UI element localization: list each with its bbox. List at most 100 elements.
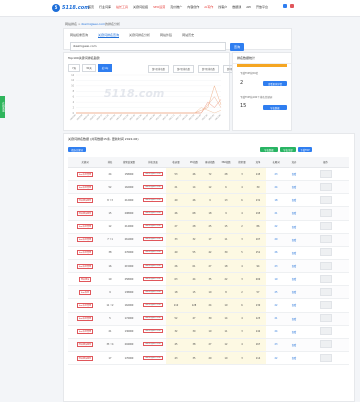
user-icon[interactable]	[283, 4, 287, 8]
filter-button[interactable]: 筛选关键词	[68, 147, 86, 152]
search-input[interactable]: ibaimigwei.com	[70, 42, 226, 51]
column-header[interactable]: 移动指数	[202, 157, 218, 168]
search-tab[interactable]: 网站历史	[182, 33, 194, 38]
online-service-tab[interactable]: 在线客服	[0, 96, 5, 118]
column-header[interactable]: 排名	[102, 157, 118, 168]
nav-item[interactable]: API	[246, 5, 251, 9]
page-cell-text[interactable]: ibaimigwei.com	[143, 302, 163, 307]
keyword-cell-text[interactable]: ibm信息管理	[76, 250, 94, 256]
time-tab[interactable]: 7天	[68, 64, 81, 72]
preview-thumbnail[interactable]	[319, 182, 332, 191]
trend-cell-text[interactable]: 查看	[292, 278, 297, 281]
trend-cell-text[interactable]: 查看	[292, 199, 297, 202]
trend-cell-text[interactable]: 查看	[292, 318, 297, 321]
preview-thumbnail[interactable]	[319, 353, 332, 362]
nav-item[interactable]: 站长工具	[116, 5, 128, 9]
page-cell-text[interactable]: ibaimigwei.com	[143, 171, 163, 176]
keyword-cell-text[interactable]: ibm信息管理	[76, 171, 94, 177]
keyword-cell-text[interactable]: 网站建设服务	[76, 342, 94, 348]
preview-thumbnail[interactable]	[319, 261, 332, 270]
trend-cell-text[interactable]: 查看	[292, 212, 297, 215]
stat2-button[interactable]: 导出数据	[263, 105, 287, 110]
page-cell-text[interactable]: ibaimigwei.com	[143, 184, 163, 189]
legend-item[interactable]: 第1页排名数	[148, 65, 169, 73]
keyword-cell-text[interactable]: ibm信息管理	[76, 263, 94, 269]
nav-item[interactable]: 关键词挖掘	[133, 5, 148, 9]
search-tab[interactable]: 关键词排名分析	[129, 33, 150, 38]
keyword-cell-text[interactable]: ibm信息管理	[76, 329, 94, 335]
column-header[interactable]: PC指数	[186, 157, 202, 168]
column-header[interactable]: 搜索结果数	[118, 157, 140, 168]
preview-thumbnail[interactable]	[319, 314, 332, 323]
preview-thumbnail[interactable]	[319, 340, 332, 349]
trend-cell-text[interactable]: 查看	[292, 291, 297, 294]
column-header[interactable]: 操作	[302, 157, 349, 168]
page-cell-text[interactable]: ibaimigwei.com	[143, 210, 163, 215]
keyword-cell-text[interactable]: 网站建设服务	[76, 210, 94, 216]
search-tab[interactable]: 网站权重查询	[70, 33, 88, 38]
trend-cell-text[interactable]: 查看	[292, 186, 297, 189]
page-cell-text[interactable]: ibaimigwei.com	[143, 237, 163, 242]
keyword-cell-text[interactable]: ibm信息管理	[76, 224, 94, 230]
trend-cell-text[interactable]: 查看	[292, 252, 297, 255]
trend-cell-text[interactable]: 查看	[292, 344, 297, 347]
preview-thumbnail[interactable]	[319, 274, 332, 283]
export-button-2[interactable]: 导出全部	[280, 147, 296, 152]
preview-thumbnail[interactable]	[319, 195, 332, 204]
page-cell-text[interactable]: ibaimigwei.com	[143, 316, 163, 321]
keyword-cell-text[interactable]: 网站建设服务	[76, 197, 94, 203]
preview-thumbnail[interactable]	[319, 235, 332, 244]
time-tab[interactable]: 30天	[82, 64, 96, 72]
keyword-cell-text[interactable]: ibm信息管理	[76, 316, 94, 322]
column-header[interactable]: 长尾词	[266, 157, 286, 168]
column-header[interactable]: 竞价	[286, 157, 302, 168]
nav-item[interactable]: 竞价推广	[170, 5, 182, 9]
breadcrumb-site[interactable]: ibaimigwei.com	[81, 22, 105, 26]
column-header[interactable]: 排名页面	[140, 157, 166, 168]
nav-item[interactable]: 找客户	[218, 5, 227, 9]
trend-cell-text[interactable]: 查看	[292, 173, 297, 176]
preview-thumbnail[interactable]	[319, 208, 332, 217]
keyword-cell-text[interactable]: ibm信息管理	[76, 184, 94, 190]
export-button-1[interactable]: 导出数据	[260, 147, 278, 152]
keyword-cell-text[interactable]: 网站建设服务	[76, 355, 94, 361]
nav-item[interactable]: 内容创作	[187, 5, 199, 9]
legend-item[interactable]: 第2页排名数	[172, 65, 194, 73]
keyword-cell-text[interactable]: ibm信息管理	[76, 302, 94, 308]
preview-thumbnail[interactable]	[319, 248, 332, 257]
page-cell-text[interactable]: ibaimigwei.com	[143, 250, 163, 255]
search-tab[interactable]: 关键词排名查询	[98, 33, 120, 38]
page-cell-text[interactable]: ibaimigwei.com	[143, 263, 163, 268]
page-cell-text[interactable]: ibaimigwei.com	[143, 289, 163, 294]
nav-item[interactable]: 首页	[88, 5, 94, 9]
nav-item[interactable]: 数据通	[232, 5, 241, 9]
keyword-cell-text[interactable]: 网站建设	[78, 276, 92, 282]
time-tab[interactable]: 近1年	[97, 64, 113, 72]
keyword-cell-text[interactable]: ibm信息管理	[76, 237, 94, 243]
trend-cell-text[interactable]: 查看	[292, 226, 297, 229]
column-header[interactable]: 收录量	[166, 157, 186, 168]
nav-item[interactable]: SEO运营	[153, 5, 165, 9]
preview-thumbnail[interactable]	[319, 222, 332, 231]
column-header[interactable]: 360指数	[218, 157, 234, 168]
trend-cell-text[interactable]: 查看	[292, 304, 297, 307]
export-button-3[interactable]: 下载TOP	[298, 147, 312, 152]
trend-cell-text[interactable]: 查看	[292, 331, 297, 334]
page-cell-text[interactable]: ibaimigwei.com	[143, 197, 163, 202]
page-cell-text[interactable]: ibaimigwei.com	[143, 329, 163, 334]
preview-thumbnail[interactable]	[319, 169, 332, 178]
nav-item[interactable]: 行业词库	[99, 5, 111, 9]
trend-cell-text[interactable]: 查看	[292, 265, 297, 268]
nav-item[interactable]: AI写作	[204, 5, 213, 9]
bell-icon[interactable]	[290, 4, 294, 8]
page-cell-text[interactable]: ibaimigwei.com	[143, 224, 163, 229]
page-cell-text[interactable]: ibaimigwei.com	[143, 355, 163, 360]
nav-item[interactable]: 开放平台	[256, 5, 268, 9]
breadcrumb-home[interactable]: 网站排名	[65, 22, 77, 26]
column-header[interactable]: 关键词	[68, 157, 102, 168]
page-cell-text[interactable]: ibaimigwei.com	[143, 342, 163, 347]
column-header[interactable]: 竞争	[250, 157, 266, 168]
logo[interactable]: 5 5118.com	[52, 3, 89, 12]
legend-item[interactable]: 第3页排名数	[197, 65, 219, 73]
trend-cell-text[interactable]: 查看	[292, 357, 297, 360]
